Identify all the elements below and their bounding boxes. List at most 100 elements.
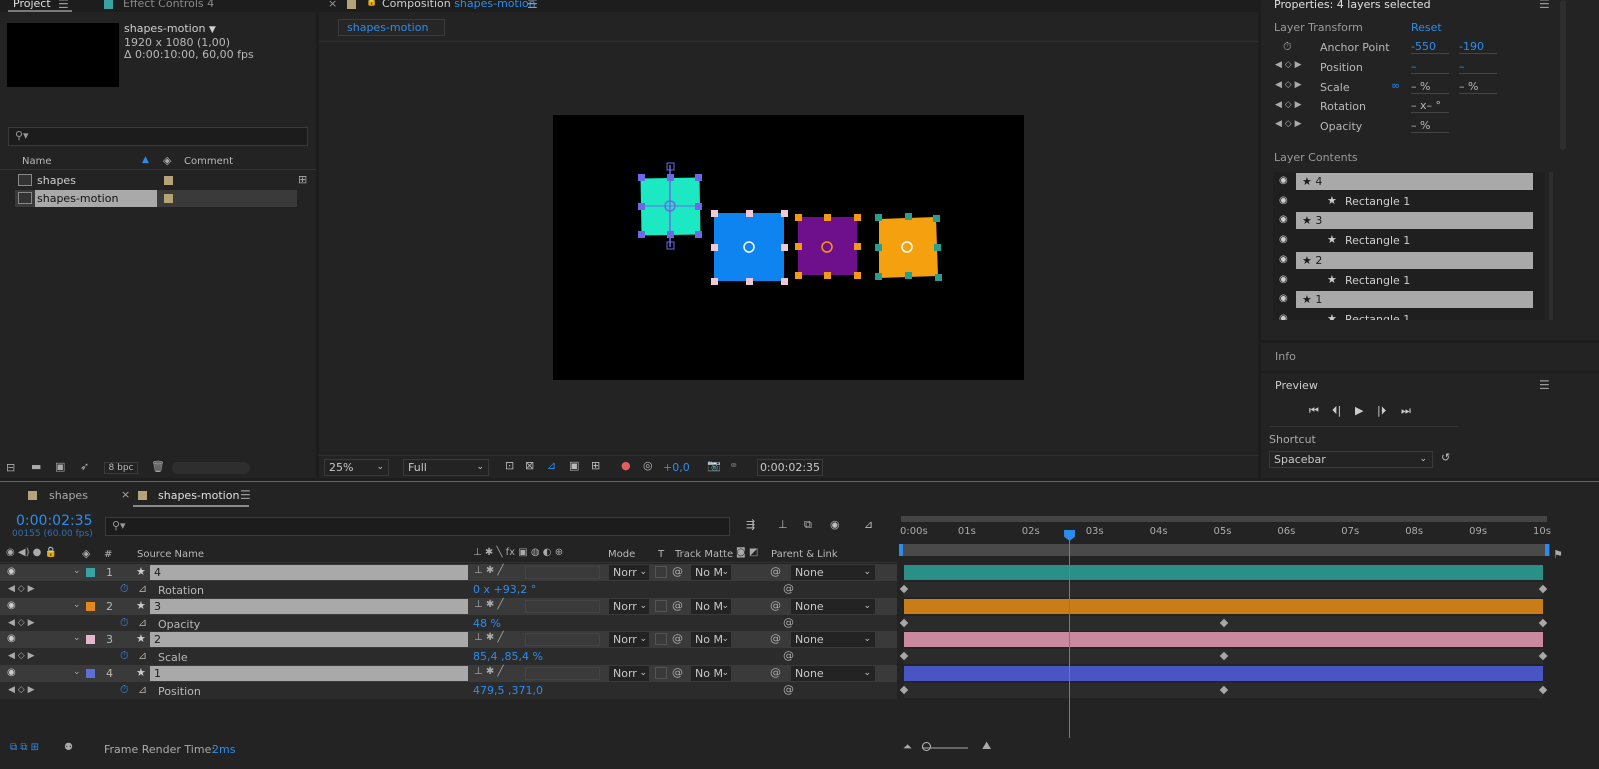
new-composition-icon[interactable]: ▣ [55,460,65,473]
layer-contents-layer[interactable]: ★ 4 [1296,173,1533,190]
property-value[interactable]: 48 % [473,617,501,630]
lock-icon[interactable]: 🔒 [366,0,377,7]
switch-boxes[interactable] [525,666,600,680]
show-snapshot-icon[interactable]: ⚭ [729,459,738,472]
current-time[interactable]: 0:00:02:35 [16,513,93,529]
timeline-scrollbar[interactable] [1552,568,1558,738]
interpret-footage-icon[interactable]: ⊟ [6,461,15,474]
property-row[interactable]: ◀ ◇ ▶ ⏱ ⊿ Position 479,5 ,371,0 @ [0,681,897,699]
label-tag-icon[interactable]: ◈ [163,154,171,167]
preserve-transparency-box[interactable] [655,633,667,645]
playhead[interactable] [1064,530,1076,738]
keyframe-nav-icon[interactable]: ◀ ◇ ▶ [8,618,35,628]
comp-timecode[interactable]: 0:00:02:35 [757,459,823,476]
expression-pickwhip-icon[interactable]: @ [783,683,794,696]
close-icon[interactable]: × [328,0,337,10]
shortcut-dropdown[interactable]: Spacebar ⌄ [1269,451,1433,468]
tab-effect-controls[interactable]: Effect Controls 4 [123,0,214,10]
shape-layer-3[interactable] [711,210,788,285]
layer-name[interactable]: 3 [150,598,468,614]
scale-y-value[interactable]: – % [1459,80,1497,94]
track-matte-pickwhip-icon[interactable]: @ [672,565,683,578]
comp-viewer-tab[interactable]: shapes-motion [338,19,445,36]
new-folder-icon[interactable]: ▬ [31,460,41,473]
stopwatch-icon[interactable]: ⏱ [1283,40,1292,54]
graph-editor-icon[interactable]: ⊿ [864,518,873,531]
shape-layer-1[interactable] [875,213,942,281]
col-track-matte-header[interactable]: Track Matte [675,549,733,560]
layer-contents-row[interactable]: ◉ ★ 4 [1273,172,1545,191]
graph-icon[interactable]: ⊿ [138,649,147,662]
fast-previews-icon[interactable]: ⊡ [505,459,514,472]
mask-visibility-icon[interactable]: ⊿ [547,459,556,472]
composition-mini-flowchart-icon[interactable]: ⇶ [746,518,755,531]
last-frame-icon[interactable]: ⏭ [1401,404,1411,418]
switch-boxes[interactable] [525,566,600,579]
time-ruler[interactable]: 0:00s 01s 02s 03s 04s 05s 06s 07s 08s 09s 10s [899,514,1551,544]
layer-contents-row[interactable]: ◉ ★ 2 [1273,251,1545,270]
shape-layer-2[interactable] [795,214,861,279]
flowchart-icon[interactable]: ⊞ [298,173,307,186]
opacity-value[interactable]: – % [1411,119,1449,133]
preserve-transparency-box[interactable] [655,666,667,679]
project-item-shapes-motion[interactable]: shapes-motion [15,190,297,207]
track-matte-pickwhip-icon[interactable]: @ [672,632,683,645]
eye-icon[interactable]: ◉ [1279,234,1288,245]
reset-shortcut-icon[interactable]: ↺ [1441,451,1450,464]
keyframe-nav-icon[interactable]: ◀ ◇ ▶ [1275,119,1302,129]
col-parent-header[interactable]: Parent & Link [771,549,838,560]
switches-icons[interactable]: ⊥ ✱ ╱ [474,565,503,576]
keyframe-nav-icon[interactable]: ◀ ◇ ▶ [1275,60,1302,70]
parent-pickwhip-icon[interactable]: @ [770,632,781,645]
comp-canvas[interactable] [553,115,1024,380]
graph-icon[interactable]: ⊿ [138,616,147,629]
switch-boxes[interactable] [525,633,600,646]
twirl-down-icon[interactable]: ⌄ [73,566,81,576]
transparency-grid-icon[interactable]: ⊠ [525,459,534,472]
parent-pickwhip-icon[interactable]: @ [770,599,781,612]
position-y-value[interactable]: – [1459,60,1497,74]
comp-info-name[interactable]: shapes-motion ▼ [124,22,216,35]
twirl-down-icon[interactable]: ⌄ [73,600,81,610]
work-area-start-handle[interactable] [899,544,903,556]
layer-contents-row[interactable]: ◉ ★ Rectangle 1 [1273,192,1545,211]
anchor-x-value[interactable]: -550 [1411,40,1449,54]
preview-menu-icon[interactable]: ☰ [1539,378,1550,392]
keyframe-nav-icon[interactable]: ◀ ◇ ▶ [1275,100,1302,110]
property-value[interactable]: 479,5 ,371,0 [473,684,543,697]
preserve-transparency-box[interactable] [655,566,667,578]
eye-icon[interactable]: ◉ [1279,195,1288,206]
keyframe-nav-icon[interactable]: ◀ ◇ ▶ [8,651,35,661]
layer-switches-icon[interactable]: ⧉ ⧉ ⊞ [10,742,39,753]
project-search-input[interactable]: ⚲▾ [8,127,308,146]
col-comment-header[interactable]: Comment [184,156,233,167]
stopwatch-icon[interactable]: ⏱ [120,683,129,697]
property-row[interactable]: ◀ ◇ ▶ ⏱ ⊿ Rotation 0 x +93,2 ° @ [0,581,897,598]
eye-icon[interactable]: ◉ [7,566,16,577]
layer-name[interactable]: 2 [150,632,468,647]
close-icon[interactable]: × [121,488,130,501]
tab-project[interactable]: Project [13,0,51,10]
timeline-tab-shapes[interactable]: shapes [49,489,88,502]
rotation-value[interactable]: – x– ° [1411,99,1449,113]
eye-icon[interactable]: ◉ [1279,175,1288,186]
project-item-shapes[interactable]: shapes [15,172,300,189]
property-row[interactable]: ◀ ◇ ▶ ⏱ ⊿ Scale 85,4 ,85,4 % @ [0,648,897,665]
layer-contents-row[interactable]: ◉ ★ Rectangle 1 [1273,271,1545,290]
layer-duration-bar[interactable] [904,665,1543,681]
color-management-icon[interactable]: ◎ [643,459,653,472]
zoom-slider-thumb[interactable] [922,742,931,751]
parent-dropdown[interactable]: None ⌄ [790,564,876,581]
twirl-down-icon[interactable]: ⌄ [73,667,81,677]
info-title[interactable]: Info [1275,350,1296,363]
hide-shy-layers-icon[interactable]: ⧉ [804,518,812,532]
track-matte-dropdown[interactable]: No M ⌄ [690,564,732,581]
region-of-interest-icon[interactable]: ▣ [569,459,579,472]
next-frame-icon[interactable]: |⏵ [1377,404,1386,418]
layer-row[interactable]: ◉ ⌄ 4 ★ 1 ⊥ ✱ ╱ Norr ⌄ @ No M ⌄ @ None ⌄ [0,664,897,682]
bpc-button[interactable]: 8 bpc [104,462,138,474]
properties-menu-icon[interactable]: ☰ [1539,0,1550,11]
parent-pickwhip-icon[interactable]: @ [770,565,781,578]
project-menu-icon[interactable]: ☰ [58,0,69,11]
sort-ascending-icon[interactable]: ▲ [142,155,149,165]
